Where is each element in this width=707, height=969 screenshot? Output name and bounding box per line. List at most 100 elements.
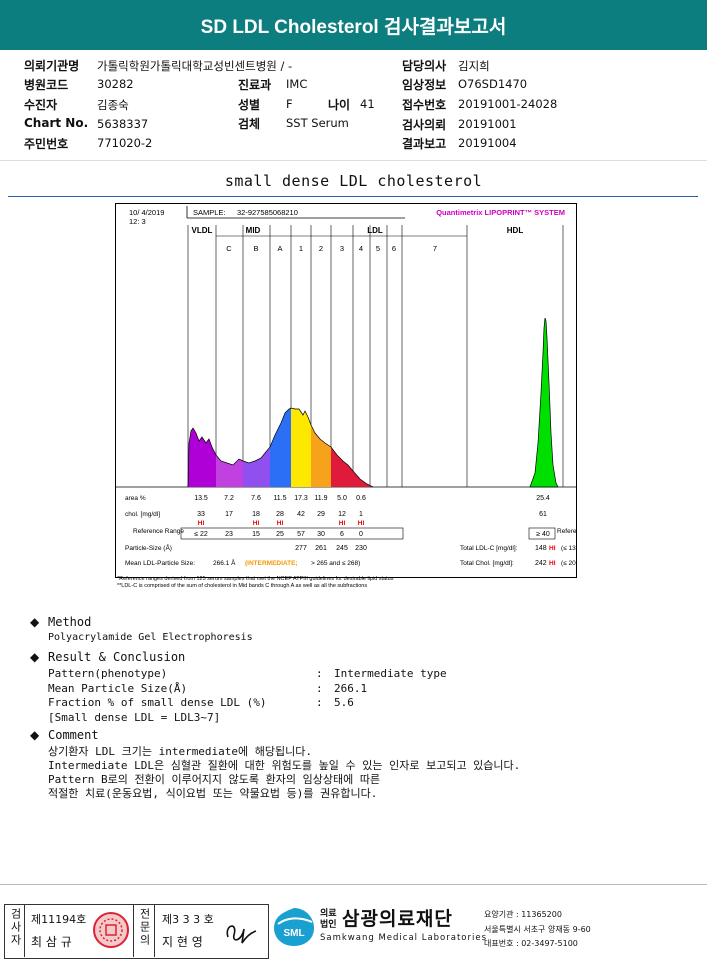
hi-flag: HI [339,520,346,527]
dept: IMC [286,77,308,91]
fraction-label: Fraction % of small dense LDL (%) [48,696,267,709]
pattern-value: Intermediate type [334,667,447,680]
total-chol-flag: HI [549,560,556,567]
diamond-bullet-icon: ◆ [30,615,40,629]
age-label: 나이 [328,98,351,112]
particle-size-value: 261 [315,545,327,552]
title-rule [8,196,698,197]
specimen-label: 검체 [238,117,261,131]
chart-no: 5638337 [97,117,149,131]
ref-value: 57 [297,531,305,538]
chol-value: 12 [338,511,346,518]
band-label: C [226,244,232,253]
org-type: 의료법인 [320,909,337,930]
method-heading: Method [48,615,92,629]
band-label: 1 [299,244,303,253]
band-label: 4 [359,244,363,253]
mean-size-colon: : [316,682,323,695]
area-row-label: area % [125,495,146,502]
chol-row-label: chol. [mg/dl] [125,511,160,518]
diamond-bullet-icon: ◆ [30,728,40,742]
chol-value: 42 [297,511,305,518]
result-heading: Result & Conclusion [48,650,186,664]
hi-flag: HI [358,520,365,527]
band-label: 7 [433,244,437,253]
total-chol-label: Total Chol. [mg/dl]: [460,560,514,567]
area-value: 11.9 [314,495,327,502]
mean-size-range: > 265 and ≤ 268) [311,560,360,567]
dept-label: 진료과 [238,78,272,92]
comment-heading: Comment [48,728,99,742]
seal-stamp-icon [93,912,129,948]
chol-value: 18 [252,511,260,518]
particle-size-value: 277 [295,545,307,552]
clinical-label: 임상정보 [402,78,447,92]
request-date: 20191001 [458,117,517,131]
particle-size-value: 230 [355,545,367,552]
total-ldl-label: Total LDL-C [mg/dl]: [460,545,518,552]
id-label: 주민번호 [24,137,69,151]
fraction-value: 5.6 [334,696,354,709]
accession: 20191001-24028 [458,97,558,111]
particle-size-value: 245 [336,545,348,552]
ref-value: 0 [359,531,363,538]
id-no: 771020-2 [97,136,153,150]
band-area [291,408,311,487]
examiner-no: 제11194호 [31,913,87,926]
area-value: 13.5 [194,495,208,502]
ref-value: 30 [317,531,325,538]
requesting-org-label: 의뢰기관명 [24,59,80,73]
footer-rule [0,884,707,885]
band-label: B [253,244,258,253]
area-value: 7.6 [251,495,261,502]
hospital-code-label: 병원코드 [24,78,69,92]
ref-row-label-right: Reference Range [557,528,577,535]
hospital-code: 30282 [97,77,134,91]
mean-size-label: Mean Particle Size(Å) [48,682,188,695]
ref-value: 6 [340,531,344,538]
report-date: 20191004 [458,136,517,150]
mean-size-value: 266.1 Å [213,558,236,567]
footnote: **LDL-C is comprised of the sum of chole… [117,583,367,588]
sex: F [286,97,293,111]
report-date-label: 결과보고 [402,137,447,151]
hi-flag: HI [198,520,205,527]
band-label: 3 [340,244,344,253]
age: 41 [360,97,375,111]
doctor: 김지희 [458,59,490,73]
doctor-label: 담당의사 [402,59,447,73]
ref-value: 15 [252,531,260,538]
area-value: 7.2 [224,495,234,502]
area-value: 17.3 [294,495,308,502]
chol-value: 61 [539,511,547,518]
sml-logo-icon: SML [274,908,314,946]
band-label: A [277,244,282,253]
chart-title: small dense LDL cholesterol [224,172,483,190]
group-label: HDL [507,226,524,235]
chol-value: 17 [225,511,233,518]
total-ldl-value: 148 [535,545,547,552]
area-value: 0.6 [356,495,366,502]
specialist-label: 전문의 [138,908,151,947]
signature-icon [226,925,257,944]
group-label: LDL [367,226,383,235]
sex-label: 성별 [238,98,261,112]
ref-value: ≤ 22 [194,531,208,538]
chol-value: 1 [359,511,363,518]
report-title-bar: SD LDL Cholesterol 검사결과보고서 [0,0,707,50]
examiner-label: 검사자 [9,908,22,947]
ref-value: 23 [225,531,233,538]
particle-size-label: Particle-Size (Å) [125,543,172,552]
patient-label: 수진자 [24,98,58,112]
mean-size-class: (INTERMEDIATE; [245,560,298,567]
band-label: 5 [376,244,380,253]
specialist-no: 제3 3 3 호 [162,913,214,926]
area-value: 11.5 [273,495,286,502]
hi-flag: HI [277,520,284,527]
diamond-bullet-icon: ◆ [30,650,40,664]
org-name-en: Samkwang Medical Laboratories [320,933,488,943]
ref-value: ≥ 40 [536,531,550,538]
total-ldl-ref: (≤ 130) [561,545,577,552]
patient-name: 김종숙 [97,98,129,112]
requesting-org: 가톨릭학원가톨릭대학교성빈센트병원 / - [97,59,293,73]
